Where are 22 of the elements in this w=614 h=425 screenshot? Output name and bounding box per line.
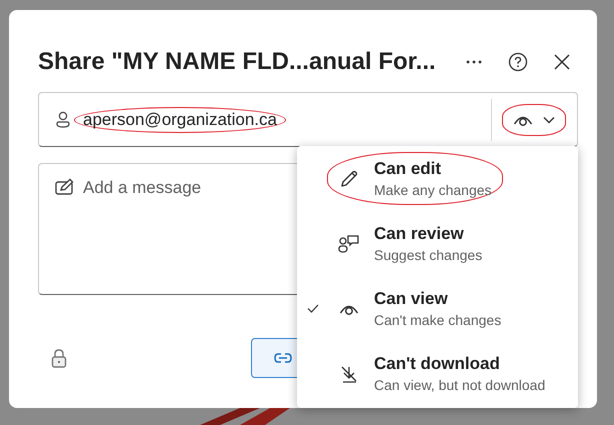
option-label: Can edit (374, 159, 442, 179)
lock-icon[interactable] (51, 348, 67, 368)
dialog-title: Share "MY NAME FLD...anual For... (38, 48, 437, 76)
option-label: Can view (374, 289, 449, 309)
person-icon (56, 111, 70, 128)
option-description: Make any changes (374, 182, 492, 198)
no-download-icon (339, 364, 359, 384)
option-description: Suggest changes (374, 247, 482, 263)
permission-option[interactable]: Can view Can't make changes (297, 276, 578, 341)
pencil-icon (339, 168, 359, 188)
compose-icon (55, 178, 75, 196)
option-description: Can view, but not download (374, 377, 546, 393)
permission-button[interactable] (502, 104, 566, 136)
option-label: Can review (374, 224, 465, 244)
permission-option[interactable]: Can review Suggest changes (297, 211, 578, 276)
link-icon (274, 352, 292, 364)
option-description: Can't make changes (374, 312, 502, 328)
permission-option[interactable]: Can't download Can view, but not download (297, 341, 578, 406)
recipient-email: aperson@organization.ca (74, 106, 286, 132)
chevron-down-icon (543, 116, 555, 124)
people-chat-icon (338, 234, 360, 254)
option-label: Can't download (374, 354, 501, 374)
